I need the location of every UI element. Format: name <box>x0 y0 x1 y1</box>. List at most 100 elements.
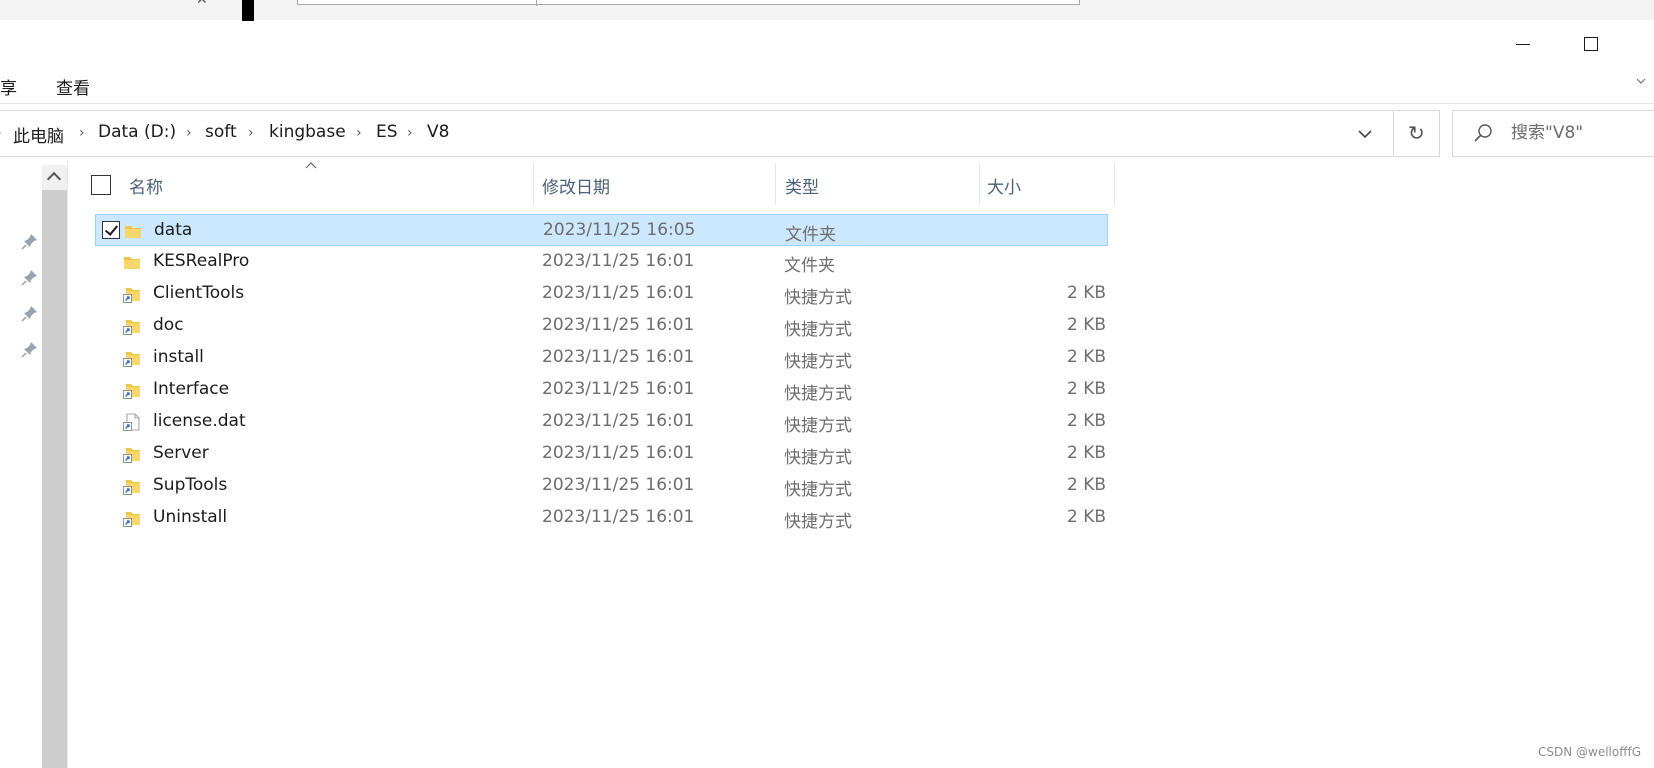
folder-shortcut-icon <box>123 477 141 495</box>
pin-icon[interactable] <box>21 268 39 286</box>
file-type: 快捷方式 <box>784 352 852 372</box>
file-size: 2 KB <box>1066 443 1106 463</box>
file-size: 2 KB <box>1066 347 1106 367</box>
folder-shortcut-icon <box>123 349 141 367</box>
file-size: 2 KB <box>1066 475 1106 495</box>
folder-shortcut-icon <box>123 445 141 463</box>
pin-icon[interactable] <box>21 304 39 322</box>
file-modified-date: 2023/11/25 16:01 <box>542 443 695 463</box>
column-separator[interactable] <box>775 163 776 205</box>
breadcrumb-soft[interactable]: soft <box>205 122 237 142</box>
breadcrumb-es[interactable]: ES <box>376 122 398 142</box>
row-checkbox[interactable] <box>102 221 120 239</box>
breadcrumb-v8[interactable]: V8 <box>427 122 449 142</box>
file-name: Uninstall <box>153 507 228 527</box>
file-type: 快捷方式 <box>784 416 852 436</box>
search-icon <box>1474 124 1492 142</box>
pane-divider <box>67 160 68 768</box>
file-row[interactable]: KESRealPro 2023/11/25 16:01 文件夹 <box>95 246 1108 278</box>
column-header-label: 名称 <box>129 178 163 198</box>
file-name: Interface <box>153 379 230 399</box>
file-size: 2 KB <box>1066 315 1106 335</box>
background-app-bar <box>242 0 254 22</box>
scroll-up-arrow-icon[interactable] <box>42 165 67 190</box>
background-app-glyph: ✕ <box>196 0 208 8</box>
address-history-chevron-down-icon[interactable] <box>1352 122 1378 146</box>
breadcrumb-separator-icon[interactable]: › <box>248 125 254 141</box>
file-name: install <box>153 347 204 367</box>
file-size: 2 KB <box>1066 507 1106 527</box>
column-separator[interactable] <box>1114 163 1115 205</box>
breadcrumb-separator-icon[interactable]: › <box>79 125 85 141</box>
folder-shortcut-icon <box>123 317 141 335</box>
column-header-name[interactable]: 名称 <box>129 163 533 205</box>
file-name: data <box>154 220 193 240</box>
file-type: 快捷方式 <box>784 480 852 500</box>
background-app-field <box>297 0 1080 5</box>
file-name: Server <box>153 443 209 463</box>
ribbon-tab-share[interactable]: 享 <box>0 74 17 99</box>
column-header-label: 类型 <box>785 178 819 198</box>
pin-icon[interactable] <box>21 232 39 250</box>
file-row[interactable]: Interface 2023/11/25 16:01 快捷方式 2 KB <box>95 374 1108 406</box>
column-separator[interactable] <box>533 163 534 205</box>
file-modified-date: 2023/11/25 16:01 <box>542 379 695 399</box>
column-header-size[interactable]: 大小 <box>987 163 1114 205</box>
file-name: doc <box>153 315 184 335</box>
file-modified-date: 2023/11/25 16:01 <box>542 251 695 271</box>
file-row[interactable]: Uninstall 2023/11/25 16:01 快捷方式 2 KB <box>95 502 1108 534</box>
file-type: 文件夹 <box>785 225 836 245</box>
file-name: ClientTools <box>153 283 245 303</box>
column-separator[interactable] <box>979 163 980 205</box>
file-row[interactable]: Server 2023/11/25 16:01 快捷方式 2 KB <box>95 438 1108 470</box>
folder-shortcut-icon <box>123 285 141 303</box>
file-name: KESRealPro <box>153 251 250 271</box>
nav-pane-scrollbar[interactable] <box>42 165 67 768</box>
folder-shortcut-icon <box>123 509 141 527</box>
breadcrumb-separator-icon[interactable]: › <box>407 125 413 141</box>
column-header-date[interactable]: 修改日期 <box>542 163 775 205</box>
file-row[interactable]: install 2023/11/25 16:01 快捷方式 2 KB <box>95 342 1108 374</box>
folder-icon <box>124 222 142 240</box>
background-app-divider <box>536 0 537 6</box>
file-type: 快捷方式 <box>784 512 852 532</box>
file-row[interactable]: license.dat 2023/11/25 16:01 快捷方式 2 KB <box>95 406 1108 438</box>
breadcrumb-drive[interactable]: Data (D:) <box>98 122 176 142</box>
ribbon-divider <box>0 103 1654 104</box>
select-all-checkbox[interactable] <box>91 175 111 195</box>
file-size: 2 KB <box>1066 283 1106 303</box>
breadcrumb-kingbase[interactable]: kingbase <box>269 122 346 142</box>
maximize-button[interactable] <box>1568 24 1614 64</box>
column-header-label: 修改日期 <box>542 178 610 198</box>
file-size: 2 KB <box>1066 411 1106 431</box>
file-modified-date: 2023/11/25 16:01 <box>542 507 695 527</box>
refresh-button[interactable]: ↻ <box>1395 110 1440 157</box>
ribbon-tab-view[interactable]: 查看 <box>56 74 90 99</box>
file-size: 2 KB <box>1066 379 1106 399</box>
ribbon-expand-chevron-icon[interactable] <box>1636 76 1646 86</box>
search-input[interactable] <box>1511 111 1651 154</box>
search-box[interactable] <box>1452 110 1654 157</box>
file-name: SupTools <box>153 475 228 495</box>
breadcrumb-this-pc[interactable]: 此电脑 <box>13 122 64 147</box>
file-row[interactable]: doc 2023/11/25 16:01 快捷方式 2 KB <box>95 310 1108 342</box>
column-header-label: 大小 <box>987 178 1021 198</box>
column-header-type[interactable]: 类型 <box>785 163 979 205</box>
file-modified-date: 2023/11/25 16:05 <box>543 220 696 240</box>
minimize-button[interactable] <box>1500 24 1546 64</box>
file-type: 快捷方式 <box>784 448 852 468</box>
file-modified-date: 2023/11/25 16:01 <box>542 411 695 431</box>
breadcrumb-separator-icon[interactable]: › <box>356 125 362 141</box>
breadcrumb-separator-icon[interactable]: › <box>186 125 192 141</box>
file-type: 快捷方式 <box>784 384 852 404</box>
address-bar[interactable]: › 此电脑 › Data (D:) › soft › kingbase › ES… <box>0 110 1394 157</box>
file-row[interactable]: data 2023/11/25 16:05 文件夹 <box>95 214 1108 246</box>
file-modified-date: 2023/11/25 16:01 <box>542 475 695 495</box>
file-type: 快捷方式 <box>784 320 852 340</box>
pin-icon[interactable] <box>21 340 39 358</box>
file-type: 快捷方式 <box>784 288 852 308</box>
file-row[interactable]: SupTools 2023/11/25 16:01 快捷方式 2 KB <box>95 470 1108 502</box>
file-row[interactable]: ClientTools 2023/11/25 16:01 快捷方式 2 KB <box>95 278 1108 310</box>
folder-icon <box>123 253 141 271</box>
folder-shortcut-icon <box>123 381 141 399</box>
